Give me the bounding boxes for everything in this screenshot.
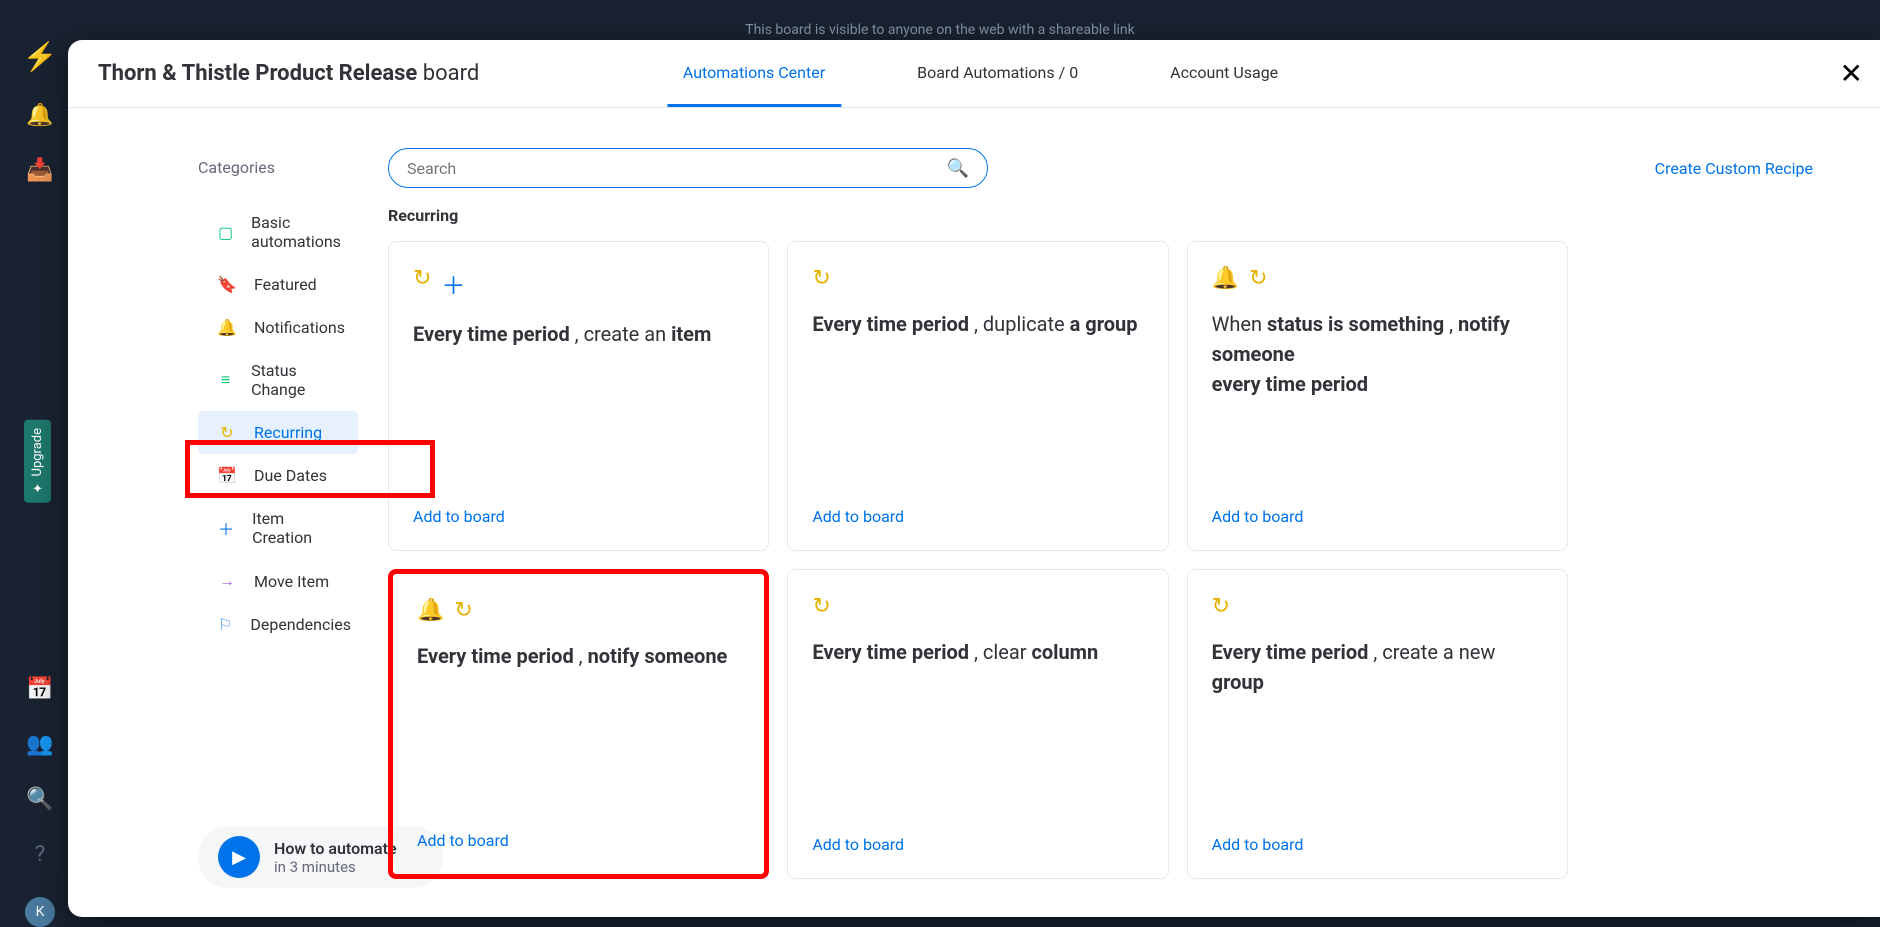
- category-label: Notifications: [254, 318, 345, 337]
- category-notifications[interactable]: 🔔 Notifications: [198, 306, 358, 349]
- recipe-card-create-group[interactable]: ↻ Every time period , create a new group…: [1187, 569, 1568, 879]
- recurring-icon: ↻: [1212, 594, 1230, 619]
- category-dependencies[interactable]: ⚐ Dependencies: [198, 603, 358, 646]
- app-logo: ⚡: [23, 40, 58, 73]
- category-label: Status Change: [251, 361, 338, 399]
- categories-title: Categories: [198, 158, 358, 177]
- recipes-grid: ↻ ＋ Every time period , create an item A…: [388, 241, 1568, 879]
- section-title: Recurring: [388, 206, 1843, 225]
- bell-icon: 🔔: [1212, 266, 1239, 291]
- recurring-icon: ↻: [218, 423, 236, 442]
- category-item-creation[interactable]: ＋ Item Creation: [198, 497, 358, 559]
- category-label: Item Creation: [252, 509, 338, 547]
- plus-icon: ＋: [441, 266, 465, 301]
- recurring-icon: ↻: [1249, 266, 1267, 291]
- recurring-icon: ↻: [812, 266, 830, 291]
- search-row: 🔍 Create Custom Recipe: [388, 148, 1843, 188]
- add-to-board-link[interactable]: Add to board: [1212, 507, 1543, 526]
- recurring-icon: ↻: [454, 598, 472, 623]
- add-to-board-link[interactable]: Add to board: [417, 831, 740, 850]
- modal-tabs: Automations Center Board Automations / 0…: [667, 41, 1294, 107]
- search-icon[interactable]: 🔍: [26, 787, 53, 812]
- add-to-board-link[interactable]: Add to board: [812, 835, 1143, 854]
- category-move-item[interactable]: → Move Item: [198, 559, 358, 603]
- recurring-icon: ↻: [812, 594, 830, 619]
- category-basic-automations[interactable]: ▢ Basic automations: [198, 201, 358, 263]
- recipe-text: Every time period , create a new group: [1212, 637, 1543, 697]
- search-input[interactable]: [407, 159, 947, 178]
- category-label: Due Dates: [254, 466, 327, 485]
- recipe-text: Every time period , duplicate a group: [812, 309, 1143, 339]
- calendar-icon: 📅: [218, 466, 236, 485]
- recipe-text: When status is something , notify someon…: [1212, 309, 1543, 399]
- modal-title: Thorn & Thistle Product Release board: [98, 61, 479, 86]
- upgrade-tab[interactable]: ✦ Upgrade: [24, 420, 51, 503]
- add-to-board-link[interactable]: Add to board: [812, 507, 1143, 526]
- cube-icon: ▢: [218, 223, 233, 242]
- add-to-board-link[interactable]: Add to board: [413, 507, 744, 526]
- bell-icon[interactable]: 🔔: [26, 103, 53, 128]
- search-icon: 🔍: [947, 158, 969, 179]
- category-label: Recurring: [254, 423, 322, 442]
- category-label: Move Item: [254, 572, 329, 591]
- recurring-icon: ↻: [413, 266, 431, 301]
- avatar-icon[interactable]: K: [25, 897, 55, 927]
- play-icon: ▶: [218, 836, 260, 878]
- category-label: Featured: [254, 275, 317, 294]
- flag-icon: ⚐: [218, 615, 232, 634]
- category-label: Dependencies: [250, 615, 351, 634]
- tab-automations-center[interactable]: Automations Center: [667, 41, 841, 107]
- recipe-text: Every time period , notify someone: [417, 641, 740, 671]
- backdrop-banner: This board is visible to anyone on the w…: [745, 22, 1135, 38]
- bell-icon: 🔔: [417, 598, 444, 623]
- bell-icon: 🔔: [218, 318, 236, 337]
- search-box[interactable]: 🔍: [388, 148, 988, 188]
- plus-icon: ＋: [218, 516, 234, 540]
- create-custom-recipe-link[interactable]: Create Custom Recipe: [1655, 159, 1813, 178]
- modal-header: Thorn & Thistle Product Release board Au…: [68, 40, 1880, 108]
- tab-board-automations[interactable]: Board Automations / 0: [901, 41, 1094, 107]
- main-content: 🔍 Create Custom Recipe Recurring ↻ ＋ Eve…: [358, 108, 1880, 917]
- recipe-card-create-item[interactable]: ↻ ＋ Every time period , create an item A…: [388, 241, 769, 551]
- category-recurring[interactable]: ↻ Recurring: [198, 411, 358, 454]
- calendar-icon[interactable]: 📅: [26, 677, 53, 702]
- recipe-text: Every time period , create an item: [413, 319, 744, 349]
- add-to-board-link[interactable]: Add to board: [1212, 835, 1543, 854]
- help-icon[interactable]: ?: [35, 842, 45, 867]
- automations-modal: Thorn & Thistle Product Release board Au…: [68, 40, 1880, 917]
- category-status-change[interactable]: ≡ Status Change: [198, 349, 358, 411]
- recipe-card-status-notify[interactable]: 🔔 ↻ When status is something , notify so…: [1187, 241, 1568, 551]
- tab-account-usage[interactable]: Account Usage: [1154, 41, 1294, 107]
- categories-sidebar: Categories ▢ Basic automations 🔖 Feature…: [68, 108, 358, 917]
- recipe-card-duplicate-group[interactable]: ↻ Every time period , duplicate a group …: [787, 241, 1168, 551]
- status-icon: ≡: [218, 370, 233, 390]
- close-button[interactable]: ✕: [1840, 57, 1863, 90]
- arrow-icon: →: [218, 571, 236, 591]
- recipe-card-notify-someone[interactable]: 🔔 ↻ Every time period , notify someone A…: [388, 569, 769, 879]
- recipe-text: Every time period , clear column: [812, 637, 1143, 667]
- inbox-icon[interactable]: 📥: [26, 158, 53, 183]
- bookmark-icon: 🔖: [218, 275, 236, 294]
- category-due-dates[interactable]: 📅 Due Dates: [198, 454, 358, 497]
- category-label: Basic automations: [251, 213, 341, 251]
- modal-body: Categories ▢ Basic automations 🔖 Feature…: [68, 108, 1880, 917]
- people-icon[interactable]: 👥: [26, 732, 53, 757]
- recipe-card-clear-column[interactable]: ↻ Every time period , clear column Add t…: [787, 569, 1168, 879]
- category-featured[interactable]: 🔖 Featured: [198, 263, 358, 306]
